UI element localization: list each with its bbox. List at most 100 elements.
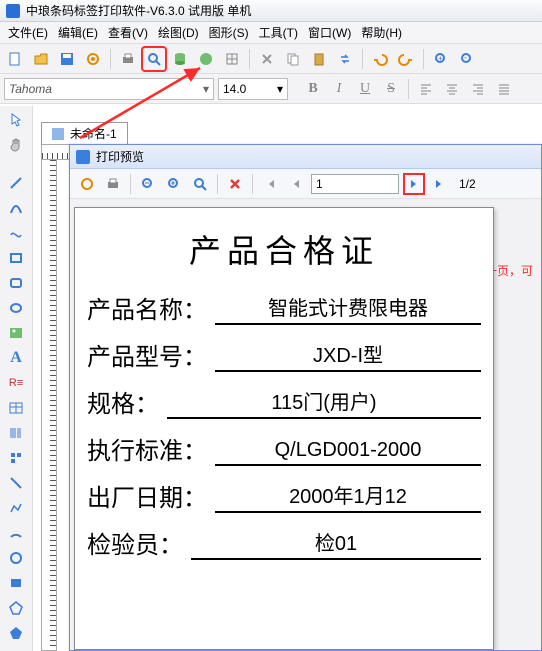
table-tool[interactable] xyxy=(4,396,28,420)
preview-zoomout-button[interactable] xyxy=(137,173,159,195)
italic-button[interactable]: I xyxy=(328,78,350,100)
cert-label: 产品名称： xyxy=(87,290,207,325)
cert-label: 规格： xyxy=(87,384,159,419)
align-right-button[interactable] xyxy=(467,78,489,100)
cert-label: 检验员： xyxy=(87,525,183,560)
cert-value: JXD-I型 xyxy=(215,339,481,372)
strike-button[interactable]: S xyxy=(380,78,402,100)
preview-settings-button[interactable] xyxy=(76,173,98,195)
roundrect-tool[interactable] xyxy=(4,271,28,295)
bold-button[interactable]: B xyxy=(302,78,324,100)
arc-tool[interactable] xyxy=(4,521,28,545)
preview-close-button[interactable] xyxy=(224,173,246,195)
polyline-tool[interactable] xyxy=(4,496,28,520)
polygon2-tool[interactable] xyxy=(4,621,28,645)
ellipse-tool[interactable] xyxy=(4,296,28,320)
separator xyxy=(217,174,218,194)
new-button[interactable] xyxy=(4,48,26,70)
ruler-vertical xyxy=(41,160,57,651)
print-button[interactable] xyxy=(117,48,139,70)
preview-first-button[interactable] xyxy=(259,173,281,195)
grid-button[interactable] xyxy=(221,48,243,70)
left-toolbar: A R≡ xyxy=(0,106,33,651)
preview-zoomin-button[interactable] xyxy=(163,173,185,195)
print-preview-window: 打印预览 1/2 按着下一页，可以进行 xyxy=(69,144,542,651)
curve-tool[interactable] xyxy=(4,196,28,220)
line-tool[interactable] xyxy=(4,171,28,195)
undo-button[interactable] xyxy=(369,48,391,70)
image-tool[interactable] xyxy=(4,321,28,345)
menu-window[interactable]: 窗口(W) xyxy=(304,22,355,43)
canvas-area: 未命名-1 打印预览 xyxy=(33,106,542,651)
open-button[interactable] xyxy=(30,48,52,70)
document-tab[interactable]: 未命名-1 xyxy=(41,122,128,144)
preview-icon xyxy=(76,150,90,164)
rect-tool[interactable] xyxy=(4,246,28,270)
preview-toolbar: 1/2 xyxy=(70,169,541,199)
cert-value: 115门(用户) xyxy=(167,386,481,419)
menu-shape[interactable]: 图形(S) xyxy=(205,22,253,43)
preview-page-input[interactable] xyxy=(311,174,399,194)
cert-row: 产品名称：智能式计费限电器 xyxy=(87,290,481,325)
preview-body: 按着下一页，可以进行 翻页 产品合格证 产品名称：智能式计费限电器 产品型号：J… xyxy=(70,199,541,650)
preview-print-button[interactable] xyxy=(102,173,124,195)
window-title: 中琅条码标签打印软件-V6.3.0 试用版 单机 xyxy=(26,2,251,19)
separator xyxy=(130,174,131,194)
preview-titlebar[interactable]: 打印预览 xyxy=(70,145,541,169)
pointer-tool[interactable] xyxy=(4,108,28,132)
underline-button[interactable]: U xyxy=(354,78,376,100)
cert-value: 2000年1月12 xyxy=(215,480,481,513)
line2-tool[interactable] xyxy=(4,471,28,495)
font-size-value: 14.0 xyxy=(223,82,246,96)
align-center-button[interactable] xyxy=(441,78,463,100)
richtext-tool[interactable]: R≡ xyxy=(4,371,28,395)
print-preview-button[interactable] xyxy=(143,48,165,70)
chevron-down-icon: ▾ xyxy=(203,82,209,96)
align-justify-button[interactable] xyxy=(493,78,515,100)
separator xyxy=(110,49,111,69)
menu-file[interactable]: 文件(E) xyxy=(4,22,52,43)
paste-button[interactable] xyxy=(308,48,330,70)
separator xyxy=(362,49,363,69)
cut-button[interactable] xyxy=(256,48,278,70)
replace-button[interactable] xyxy=(334,48,356,70)
preview-page: 产品合格证 产品名称：智能式计费限电器 产品型号：JXD-I型 规格：115门(… xyxy=(74,207,494,650)
preview-prev-button[interactable] xyxy=(285,173,307,195)
align-left-button[interactable] xyxy=(415,78,437,100)
cert-row: 检验员：检01 xyxy=(87,525,481,560)
preview-next-button[interactable] xyxy=(403,173,425,195)
menu-help[interactable]: 帮助(H) xyxy=(357,22,406,43)
qrcode-tool[interactable] xyxy=(4,446,28,470)
menu-edit[interactable]: 编辑(E) xyxy=(54,22,102,43)
redo-button[interactable] xyxy=(395,48,417,70)
font-name-select[interactable]: Tahoma ▾ xyxy=(4,78,214,100)
cert-value: 检01 xyxy=(191,527,481,560)
zoom-out-button[interactable]: - xyxy=(456,48,478,70)
globe-button[interactable] xyxy=(195,48,217,70)
separator xyxy=(423,49,424,69)
zoom-in-button[interactable]: + xyxy=(430,48,452,70)
filledrect-tool[interactable] xyxy=(4,571,28,595)
preview-zoom-button[interactable] xyxy=(189,173,211,195)
save-button[interactable] xyxy=(56,48,78,70)
font-size-select[interactable]: 14.0 ▾ xyxy=(218,78,288,100)
barcode-tool[interactable] xyxy=(4,421,28,445)
cert-row: 产品型号：JXD-I型 xyxy=(87,337,481,372)
hand-tool[interactable] xyxy=(4,133,28,157)
menu-view[interactable]: 查看(V) xyxy=(104,22,152,43)
draw-tool[interactable] xyxy=(4,221,28,245)
menu-tools[interactable]: 工具(T) xyxy=(255,22,302,43)
polygon-tool[interactable] xyxy=(4,596,28,620)
settings-button[interactable] xyxy=(82,48,104,70)
preview-last-button[interactable] xyxy=(429,173,451,195)
cert-value: Q/LGD001-2000 xyxy=(215,439,481,466)
separator xyxy=(252,174,253,194)
text-tool[interactable]: A xyxy=(4,346,28,370)
circle2-tool[interactable] xyxy=(4,546,28,570)
copy-button[interactable] xyxy=(282,48,304,70)
workspace: A R≡ 未命名-1 打印预览 xyxy=(0,106,542,651)
certificate-title: 产品合格证 xyxy=(87,226,481,272)
menu-bar: 文件(E) 编辑(E) 查看(V) 绘图(D) 图形(S) 工具(T) 窗口(W… xyxy=(0,22,542,44)
database-button[interactable] xyxy=(169,48,191,70)
menu-draw[interactable]: 绘图(D) xyxy=(154,22,203,43)
